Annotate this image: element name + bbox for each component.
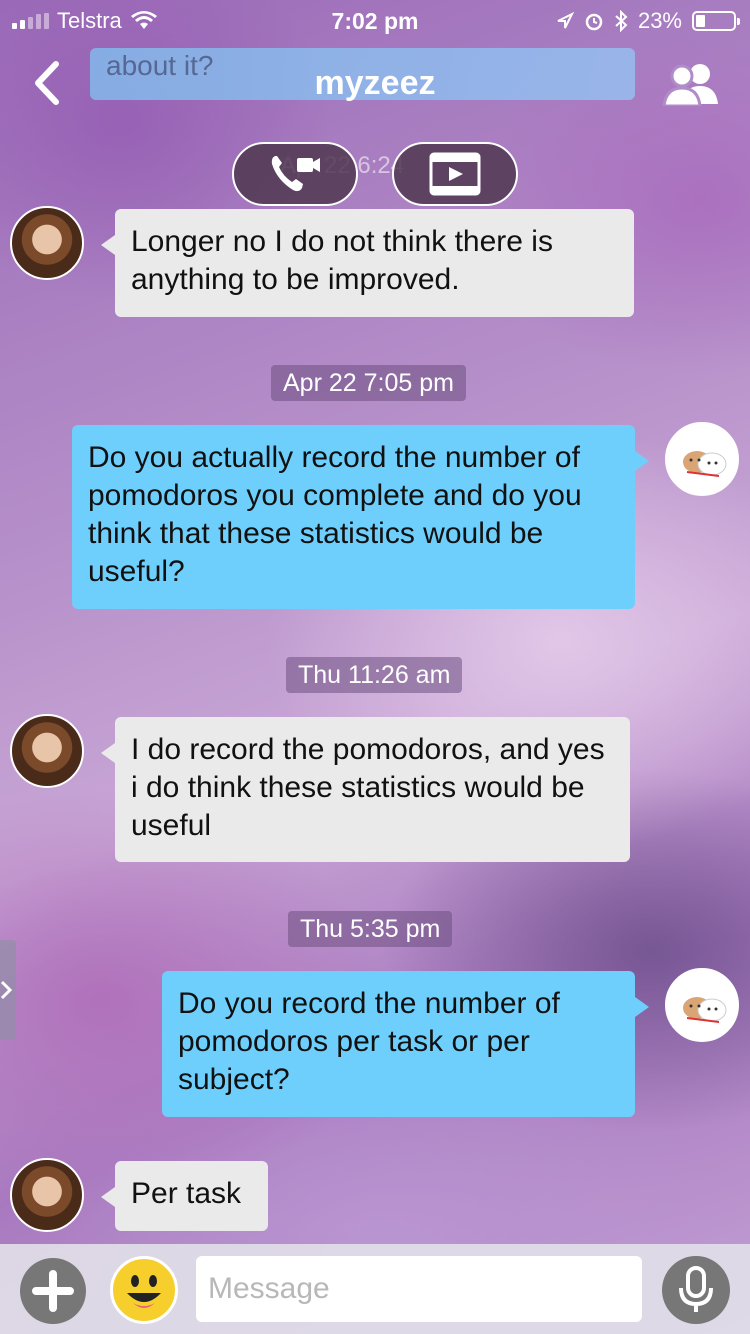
phone-video-icon	[271, 156, 320, 192]
status-bar: Telstra 7:02 pm 23%	[0, 0, 750, 40]
members-button[interactable]	[660, 62, 724, 108]
side-drawer-handle[interactable]	[0, 940, 16, 1040]
group-icon	[662, 64, 718, 108]
battery-percent: 23%	[637, 8, 682, 33]
message-text: I do record the pomodoros, and yes i do …	[131, 733, 605, 842]
outgoing-message[interactable]: Do you actually record the number of pom…	[72, 425, 649, 609]
message-text: Do you actually record the number of pom…	[88, 441, 582, 588]
location-icon	[557, 12, 574, 29]
message-text: Per task	[131, 1177, 242, 1210]
bluetooth-icon	[615, 10, 628, 32]
plus-icon	[32, 1270, 74, 1312]
user-avatar[interactable]	[665, 968, 739, 1042]
incoming-message[interactable]: Longer no I do not think there is anythi…	[101, 209, 634, 317]
chevron-right-icon	[0, 980, 13, 1000]
contact-avatar[interactable]	[10, 206, 84, 280]
attach-button[interactable]	[20, 1258, 86, 1324]
timestamp: Thu 11:26 am	[286, 657, 463, 693]
message-text: Longer no I do not think there is anythi…	[131, 225, 553, 296]
smiley-icon	[127, 1275, 161, 1308]
contact-avatar[interactable]	[10, 714, 84, 788]
bears-icon	[683, 997, 727, 1023]
message-input[interactable]	[196, 1256, 642, 1322]
battery-icon	[692, 11, 740, 31]
timestamp: Thu 5:35 pm	[288, 911, 453, 947]
chat-title: myzeez	[314, 64, 436, 102]
user-avatar[interactable]	[665, 422, 739, 496]
microphone-icon	[679, 1266, 713, 1312]
incoming-message[interactable]: I do record the pomodoros, and yes i do …	[101, 717, 630, 862]
message-text: Do you record the number of pomodoros pe…	[178, 987, 560, 1096]
contact-avatar[interactable]	[10, 1158, 84, 1232]
film-play-icon	[429, 152, 481, 196]
voice-button[interactable]	[662, 1256, 730, 1324]
call-button[interactable]	[232, 142, 358, 206]
chat-header: about it? myzeez	[0, 40, 750, 130]
incoming-message[interactable]: Per task	[101, 1161, 268, 1231]
sticker-button[interactable]	[110, 1256, 178, 1324]
timestamp: Apr 22 7:05 pm	[271, 365, 466, 401]
outgoing-message[interactable]: Do you record the number of pomodoros pe…	[162, 971, 649, 1117]
composer-bar	[0, 1244, 750, 1334]
bears-icon	[683, 451, 727, 477]
alarm-icon	[585, 13, 603, 31]
video-button[interactable]	[392, 142, 518, 206]
